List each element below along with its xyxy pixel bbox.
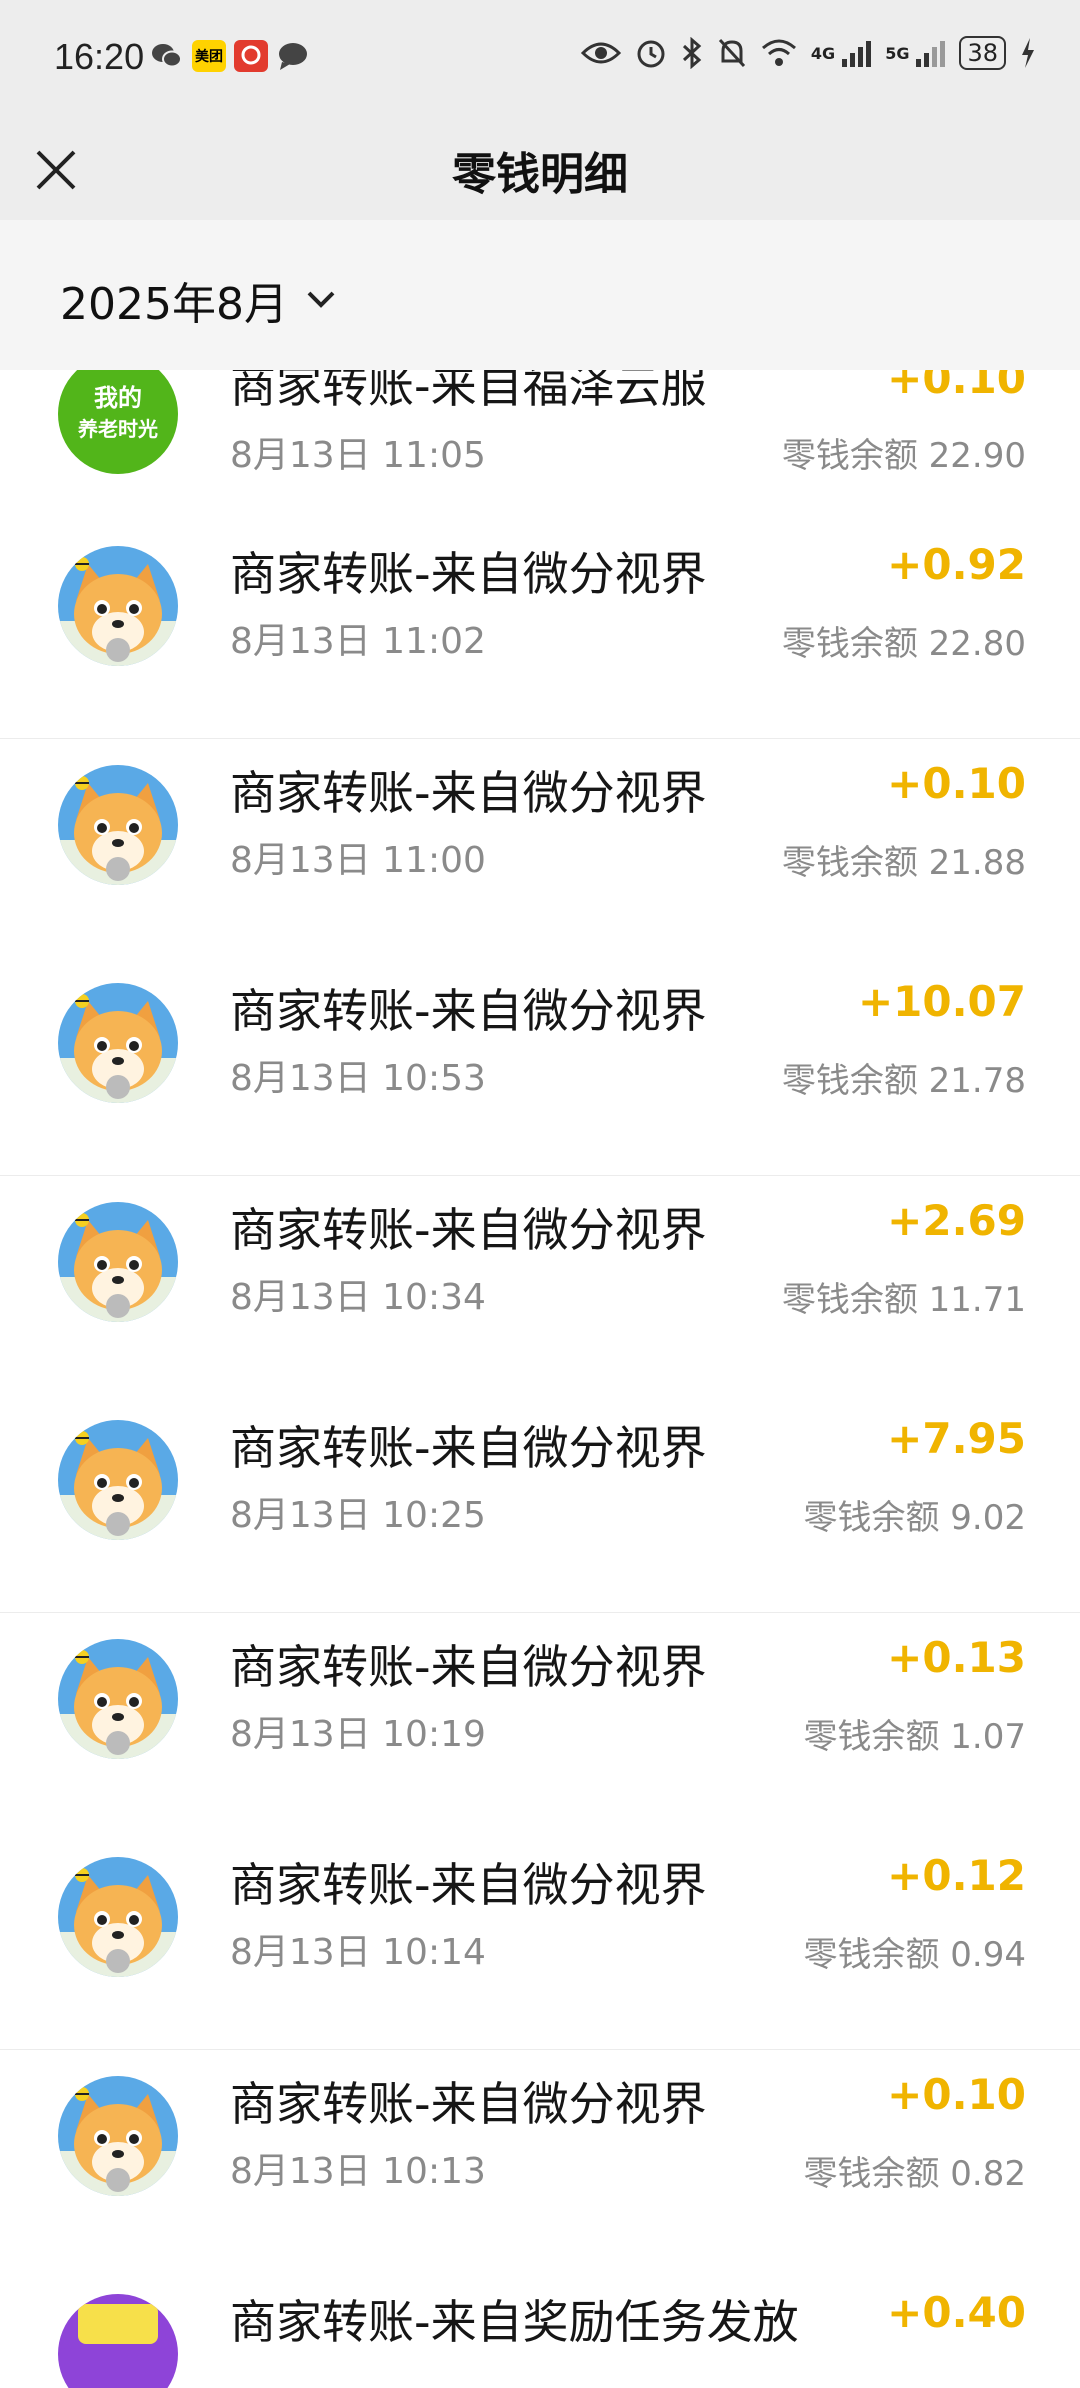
app-red-icon [234, 40, 268, 72]
transaction-row[interactable]: 商家转账-来自微分视界 8月13日 10:34 +2.69 零钱余额 11.71 [0, 1175, 1080, 1396]
merchant-avatar [58, 1201, 178, 1322]
transaction-time: 8月13日 10:34 [230, 1276, 486, 1318]
balance-after: 零钱余额 11.71 [781, 1279, 1026, 1320]
transaction-row[interactable]: 商家转账-来自微分视界 8月13日 10:14 +0.12 零钱余额 0.94 [0, 1831, 1080, 2051]
transaction-title: 商家转账-来自微分视界 [230, 1639, 707, 1694]
bluetooth-icon [682, 37, 702, 69]
transaction-time: 8月13日 10:19 [230, 1713, 486, 1755]
transaction-row[interactable]: 我的养老时光 商家转账-来自福泽云服 8月13日 11:05 +0.10 零钱余额 22… [0, 370, 1080, 522]
transaction-row[interactable]: 商家转账-来自奖励任务发放 +0.40 [0, 2268, 1080, 2388]
transaction-time: 8月13日 11:02 [230, 621, 486, 662]
balance-after: 零钱余额 0.94 [803, 1935, 1026, 1975]
merchant-avatar [58, 2294, 178, 2388]
message-icon [279, 43, 307, 70]
transaction-row[interactable]: 商家转账-来自微分视界 8月13日 10:25 +7.95 零钱余额 9.02 [0, 1394, 1080, 1614]
transaction-amount: +0.92 [887, 540, 1026, 589]
merchant-avatar: 我的 养老时光 [58, 370, 178, 474]
balance-after: 零钱余额 22.90 [781, 436, 1026, 476]
transaction-title: 商家转账-来自微分视界 [230, 1421, 707, 1475]
balance-after: 零钱余额 21.78 [781, 1061, 1026, 1101]
signal-icon [842, 41, 872, 67]
charging-icon [1022, 38, 1034, 68]
transaction-title: 商家转账-来自微分视界 [230, 2076, 707, 2131]
month-selector[interactable]: 2025年8月 [60, 268, 336, 332]
status-app-icons: 美团 [150, 40, 310, 72]
alarm-icon [637, 40, 665, 68]
wechat-icon [152, 44, 182, 68]
battery-level: 38 [959, 36, 1006, 70]
transaction-time: 8月13日 10:14 [230, 1932, 486, 1973]
eye-icon [580, 42, 621, 64]
balance-after: 零钱余额 9.02 [803, 1498, 1026, 1538]
mute-bell-icon [718, 38, 746, 68]
status-indicators: 4G 5G 38 [580, 36, 1036, 70]
transaction-time: 8月13日 10:13 [230, 2150, 486, 2192]
merchant-avatar [58, 546, 178, 666]
merchant-avatar [58, 1638, 178, 1759]
balance-after: 零钱余额 22.80 [781, 624, 1026, 664]
transaction-list: 我的养老时光 商家转账-来自福泽云服 8月13日 11:05 +0.10 零钱余额 22… [0, 370, 1080, 2388]
network-5g-label: 5G [885, 43, 910, 63]
status-bar: 16:20 美团 4G 5G 38 [0, 0, 1080, 120]
transaction-time: 8月13日 11:00 [230, 839, 486, 881]
status-time: 16:20 [54, 36, 145, 77]
transaction-amount: +0.40 [887, 2288, 1026, 2337]
transaction-time: 8月13日 10:25 [230, 1495, 486, 1536]
meituan-icon: 美团 [192, 40, 226, 72]
month-label: 2025年8月 [60, 279, 288, 330]
transaction-row[interactable]: 商家转账-来自微分视界 8月13日 11:00 +0.10 零钱余额 21.88 [0, 738, 1080, 959]
transaction-row[interactable]: 商家转账-来自微分视界 8月13日 10:53 +10.07 零钱余额 21.78 [0, 957, 1080, 1177]
transaction-title: 商家转账-来自微分视界 [230, 1858, 707, 1912]
transaction-amount: +2.69 [887, 1195, 1026, 1245]
transaction-row[interactable]: 商家转账-来自微分视界 8月13日 10:19 +0.13 零钱余额 1.07 [0, 1612, 1080, 1833]
balance-after: 零钱余额 21.88 [781, 842, 1026, 883]
merchant-avatar [58, 1857, 178, 1977]
transaction-amount: +10.07 [857, 977, 1026, 1026]
network-4g-label: 4G [810, 43, 836, 63]
transaction-time: 8月13日 10:53 [230, 1058, 486, 1099]
transaction-row[interactable]: 商家转账-来自微分视界 8月13日 11:02 +0.92 零钱余额 22.80 [0, 520, 1080, 740]
transaction-amount: +7.95 [887, 1414, 1026, 1463]
balance-after: 零钱余额 0.82 [803, 2153, 1026, 2194]
merchant-avatar [58, 1420, 178, 1540]
transaction-amount: +0.10 [887, 758, 1026, 808]
transaction-title: 商家转账-来自微分视界 [230, 1202, 707, 1257]
transaction-title: 商家转账-来自微分视界 [230, 984, 707, 1038]
navigation-bar: 零钱明细 [0, 120, 1080, 220]
wifi-icon [761, 39, 796, 66]
transaction-amount: +0.12 [887, 1851, 1026, 1900]
signal-icon [916, 41, 946, 67]
transaction-amount: +0.13 [887, 1632, 1026, 1682]
svg-text:养老时光: 养老时光 [77, 417, 158, 441]
transaction-amount: +0.10 [887, 370, 1026, 403]
transaction-amount: +0.10 [887, 2069, 1026, 2119]
transaction-row[interactable]: 商家转账-来自微分视界 8月13日 10:13 +0.10 零钱余额 0.82 [0, 2049, 1080, 2270]
transaction-title: 商家转账-来自微分视界 [230, 547, 707, 601]
chevron-down-icon [307, 291, 335, 308]
merchant-avatar [58, 764, 178, 885]
transaction-title: 商家转账-来自福泽云服 [230, 370, 707, 413]
filter-bar: 2025年8月 [0, 220, 1080, 370]
balance-after: 零钱余额 1.07 [803, 1716, 1026, 1757]
transaction-title: 商家转账-来自奖励任务发放 [230, 2295, 799, 2349]
svg-text:我的: 我的 [94, 384, 142, 412]
transaction-title: 商家转账-来自微分视界 [230, 765, 707, 820]
merchant-avatar [58, 983, 178, 1103]
page-title: 零钱明细 [452, 149, 628, 200]
transaction-time: 8月13日 11:05 [230, 435, 486, 476]
merchant-avatar [58, 2075, 178, 2196]
